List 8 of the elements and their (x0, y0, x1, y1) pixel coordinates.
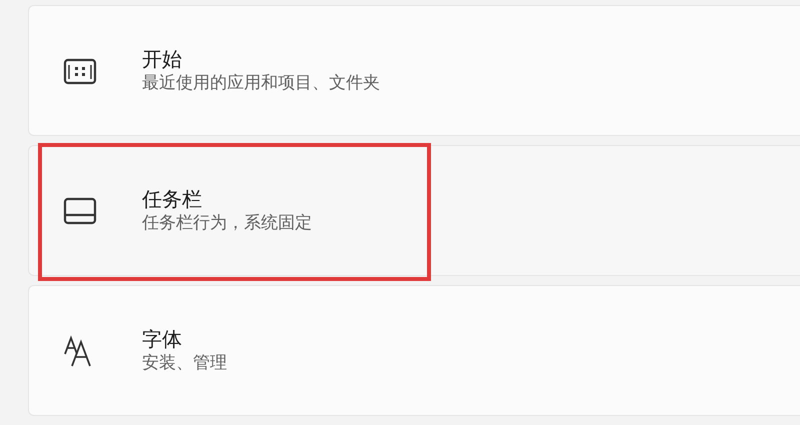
item-title: 字体 (142, 326, 183, 352)
item-title: 任务栏 (142, 186, 203, 212)
item-title: 开始 (142, 46, 183, 72)
settings-item[interactable]: 字体 安装、管理 (28, 285, 800, 416)
item-description: 最近使用的应用和项目、文件夹 (142, 72, 380, 95)
settings-item[interactable]: 开始 最近使用的应用和项目、文件夹 (28, 5, 800, 136)
item-description: 任务栏行为，系统固定 (142, 212, 312, 235)
item-description: 安装、管理 (142, 352, 227, 375)
